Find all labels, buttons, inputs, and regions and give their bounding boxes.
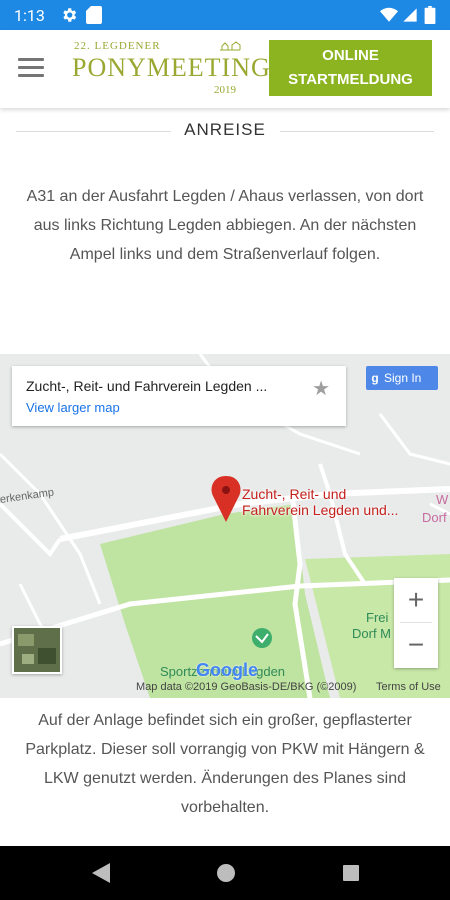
map-data-attribution: Map data ©2019 GeoBasis-DE/BKG (©2009) <box>136 681 357 693</box>
right-poi-line1: W <box>436 492 449 507</box>
sport-facility-icon <box>252 628 272 648</box>
google-logo: Google <box>196 660 258 680</box>
zoom-controls: + − <box>394 578 438 668</box>
frei-label-line2: Dorf M <box>352 626 391 641</box>
parking-text: Auf der Anlage befindet sich ein großer,… <box>25 712 425 816</box>
terms-of-use-link[interactable]: Terms of Use <box>376 681 441 693</box>
zoom-out-button[interactable]: − <box>394 623 438 667</box>
menu-icon[interactable] <box>18 58 44 78</box>
sign-in-label: Sign In <box>384 371 422 385</box>
pin-label-line2: Fahrverein Legden und... <box>242 502 399 518</box>
gear-icon <box>63 8 77 22</box>
zoom-in-button[interactable]: + <box>394 578 438 622</box>
pin-label[interactable]: Zucht-, Reit- und Fahrverein Legden und.… <box>242 486 398 518</box>
view-larger-map-link[interactable]: View larger map <box>26 400 120 415</box>
cta-label-line2: STARTMELDUNG <box>288 71 413 88</box>
star-icon[interactable]: ★ <box>312 376 330 401</box>
place-name: Zucht-, Reit- und Fahrverein Legden ... <box>26 378 268 394</box>
app-header: 22. LEGDENER PONYMEETING 2019 ONLINE STA… <box>0 30 450 108</box>
logo-year: 2019 <box>214 84 236 96</box>
home-icon[interactable] <box>215 861 237 885</box>
cta-label-line1: ONLINE <box>322 47 379 64</box>
status-time: 1:13 <box>14 6 45 25</box>
place-card: Zucht-, Reit- und Fahrverein Legden ... … <box>12 366 346 426</box>
frei-label-line1: Frei <box>366 610 389 625</box>
crest-icon <box>220 41 241 51</box>
right-poi-line2: Dorf <box>422 510 447 525</box>
signal-icon <box>403 8 417 22</box>
google-map[interactable]: Zucht-, Reit- und Fahrverein Legden ... … <box>0 354 450 698</box>
ponymeeting-logo[interactable]: 22. LEGDENER PONYMEETING 2019 <box>64 40 270 100</box>
logo-line1: 22. LEGDENER <box>74 40 161 52</box>
google-g-icon: g <box>371 371 379 385</box>
directions-text: A31 an der Ausfahrt Legden / Ahaus verla… <box>26 188 424 263</box>
section-heading: ANREISE <box>0 120 450 142</box>
online-startmeldung-button[interactable]: ONLINE STARTMELDUNG <box>269 40 432 96</box>
satellite-toggle[interactable] <box>12 626 62 674</box>
logo-line2: PONYMEETING <box>72 53 271 82</box>
sign-in-button[interactable]: g Sign In <box>366 366 438 390</box>
status-bar: 1:13 <box>0 0 450 30</box>
battery-icon <box>424 6 436 24</box>
section-title: ANREISE <box>184 120 266 139</box>
recents-icon[interactable] <box>340 861 362 885</box>
sd-card-icon <box>86 6 102 24</box>
back-icon[interactable] <box>90 861 112 885</box>
satellite-thumbnail-icon <box>14 628 60 672</box>
system-navigation-bar <box>0 846 450 900</box>
wifi-icon <box>380 7 398 22</box>
pin-label-line1: Zucht-, Reit- und <box>242 486 347 502</box>
divider-right <box>280 131 434 132</box>
